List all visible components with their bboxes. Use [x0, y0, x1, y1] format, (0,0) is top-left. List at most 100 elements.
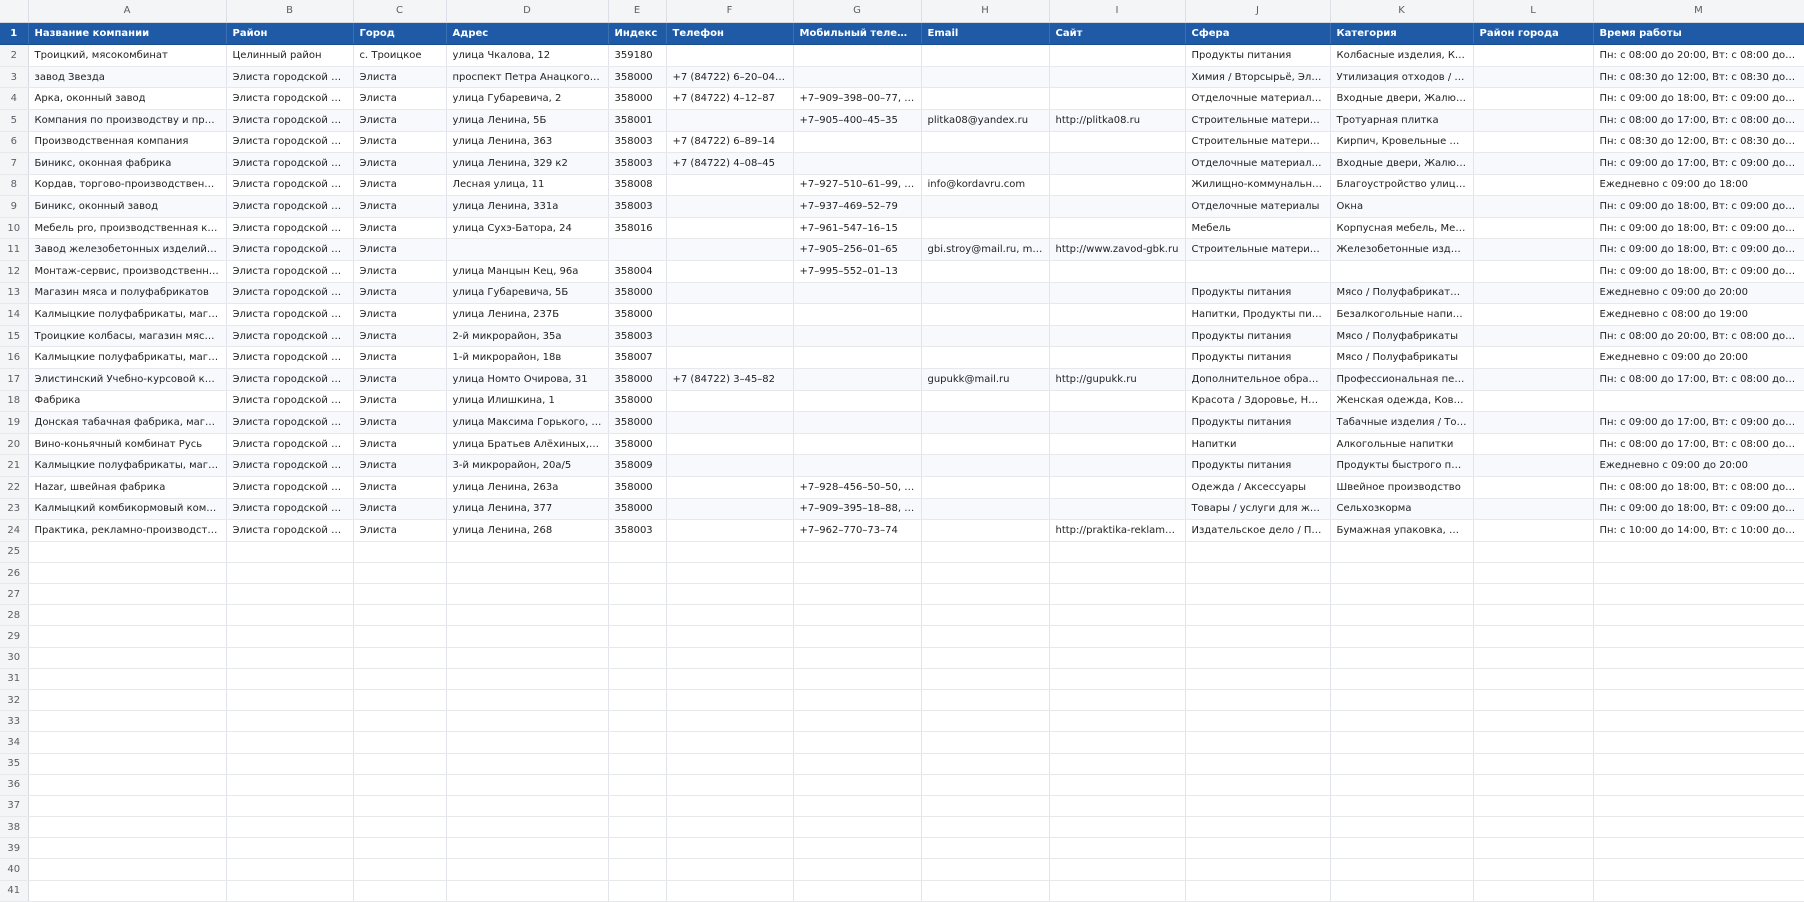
- cell[interactable]: +7–909–398–00–77, +7...: [793, 87, 922, 110]
- cell[interactable]: Химия / Вторсырьё, Элект...: [1185, 66, 1331, 89]
- row-number[interactable]: 21: [0, 454, 29, 477]
- cell[interactable]: +7–905–256–01–65: [793, 238, 922, 262]
- cell[interactable]: [666, 689, 794, 712]
- cell[interactable]: Элиста: [353, 174, 447, 197]
- cell[interactable]: [921, 433, 1050, 456]
- row-number[interactable]: 9: [0, 195, 29, 218]
- cell[interactable]: [226, 837, 354, 860]
- cell[interactable]: Элиста городской округ: [226, 195, 354, 218]
- cell[interactable]: [793, 433, 922, 456]
- cell[interactable]: Завод железобетонных изделий №15: [28, 238, 227, 262]
- cell[interactable]: Элиста городской округ: [226, 260, 354, 283]
- cell[interactable]: gbi.stroy@mail.ru, mail...: [921, 238, 1050, 262]
- cell[interactable]: Пн: с 09:00 до 18:00, Вт: с 09:00 до 18:…: [1593, 217, 1804, 240]
- cell[interactable]: улица Манцын Кец, 96а: [446, 260, 609, 283]
- cell[interactable]: [666, 583, 794, 606]
- cell[interactable]: Лесная улица, 11: [446, 174, 609, 197]
- cell[interactable]: [1049, 816, 1186, 839]
- cell[interactable]: проспект Петра Анацкого, 14: [446, 66, 609, 89]
- cell[interactable]: Ежедневно с 08:00 до 19:00: [1593, 303, 1804, 326]
- cell[interactable]: Пн: с 09:00 до 18:00, Вт: с 09:00 до 18:…: [1593, 238, 1804, 262]
- cell[interactable]: Колбасные изделия, Конд...: [1330, 44, 1474, 67]
- cell[interactable]: Отделочные материалы, П...: [1185, 152, 1331, 175]
- row-number[interactable]: 36: [0, 774, 29, 796]
- cell[interactable]: Пн: с 08:00 до 17:00, Вт: с 08:00 до 17:…: [1593, 109, 1804, 132]
- cell[interactable]: [793, 710, 922, 733]
- cell[interactable]: улица Ленина, 331а: [446, 195, 609, 218]
- row-number[interactable]: 34: [0, 731, 29, 754]
- cell[interactable]: [353, 583, 447, 606]
- cell[interactable]: [1330, 562, 1474, 585]
- cell[interactable]: 358001: [608, 109, 667, 132]
- cell[interactable]: Производственная компания: [28, 131, 227, 154]
- cell[interactable]: Входные двери, Жалюзи, ...: [1330, 87, 1474, 110]
- cell[interactable]: +7–995–552–01–13: [793, 260, 922, 283]
- cell[interactable]: [666, 195, 794, 218]
- cell[interactable]: [446, 562, 609, 585]
- cell[interactable]: [608, 710, 667, 733]
- cell[interactable]: [1473, 858, 1594, 881]
- cell[interactable]: [226, 858, 354, 881]
- cell[interactable]: [1049, 858, 1186, 881]
- cell[interactable]: [1593, 647, 1804, 669]
- cell[interactable]: [353, 668, 447, 690]
- cell[interactable]: [666, 303, 794, 326]
- cell[interactable]: [1185, 689, 1331, 712]
- cell[interactable]: Калмыцкие полуфабрикаты, магазин: [28, 303, 227, 326]
- cell[interactable]: [1473, 880, 1594, 902]
- cell[interactable]: [1049, 66, 1186, 89]
- cell[interactable]: [921, 689, 1050, 712]
- cell[interactable]: [1593, 541, 1804, 563]
- cell[interactable]: [226, 689, 354, 712]
- column-header-a[interactable]: A: [28, 0, 227, 23]
- cell[interactable]: [353, 731, 447, 754]
- cell[interactable]: улица Илишкина, 1: [446, 390, 609, 413]
- row-number[interactable]: 3: [0, 66, 29, 89]
- cell[interactable]: [1473, 625, 1594, 648]
- cell[interactable]: [666, 325, 794, 348]
- cell[interactable]: Отделочные материалы: [1185, 195, 1331, 218]
- cell[interactable]: Элиста: [353, 152, 447, 175]
- cell[interactable]: Элиста: [353, 282, 447, 305]
- cell[interactable]: [353, 858, 447, 881]
- cell[interactable]: Элиста городской округ: [226, 109, 354, 132]
- cell[interactable]: Элиста: [353, 66, 447, 89]
- cell[interactable]: [666, 604, 794, 627]
- cell[interactable]: [1049, 131, 1186, 154]
- cell[interactable]: [1473, 519, 1594, 542]
- cell[interactable]: Мебель: [1185, 217, 1331, 240]
- cell[interactable]: [446, 795, 609, 818]
- cell[interactable]: [608, 583, 667, 606]
- cell[interactable]: Железобетонные изделия: [1330, 238, 1474, 262]
- cell[interactable]: Элиста: [353, 109, 447, 132]
- cell[interactable]: [793, 541, 922, 563]
- cell[interactable]: [921, 647, 1050, 669]
- cell[interactable]: [1185, 647, 1331, 669]
- cell[interactable]: 358003: [608, 519, 667, 542]
- cell[interactable]: +7–905–400–45–35: [793, 109, 922, 132]
- cell[interactable]: [921, 858, 1050, 881]
- cell[interactable]: [793, 44, 922, 67]
- cell[interactable]: Элиста городской округ: [226, 303, 354, 326]
- cell[interactable]: [226, 731, 354, 754]
- cell[interactable]: [1185, 837, 1331, 860]
- cell[interactable]: [226, 795, 354, 818]
- cell[interactable]: Ежедневно с 09:00 до 20:00: [1593, 282, 1804, 305]
- cell[interactable]: [226, 647, 354, 669]
- cell[interactable]: Вино-коньячный комбинат Русь: [28, 433, 227, 456]
- cell[interactable]: [446, 689, 609, 712]
- row-number[interactable]: 13: [0, 282, 29, 305]
- cell[interactable]: [1593, 753, 1804, 775]
- cell[interactable]: [1185, 880, 1331, 902]
- cell[interactable]: http://gupukk.ru: [1049, 368, 1186, 391]
- cell[interactable]: Биникс, оконная фабрика: [28, 152, 227, 175]
- cell[interactable]: 358000: [608, 433, 667, 456]
- cell[interactable]: Элиста: [353, 325, 447, 348]
- cell[interactable]: +7–927–510–61–99, +7...: [793, 174, 922, 197]
- cell[interactable]: улица Максима Горького, 20а: [446, 411, 609, 434]
- cell[interactable]: [793, 837, 922, 860]
- row-number[interactable]: 4: [0, 87, 29, 110]
- cell[interactable]: [666, 238, 794, 262]
- cell[interactable]: [666, 519, 794, 542]
- cell[interactable]: Строительные материалы ...: [1185, 109, 1331, 132]
